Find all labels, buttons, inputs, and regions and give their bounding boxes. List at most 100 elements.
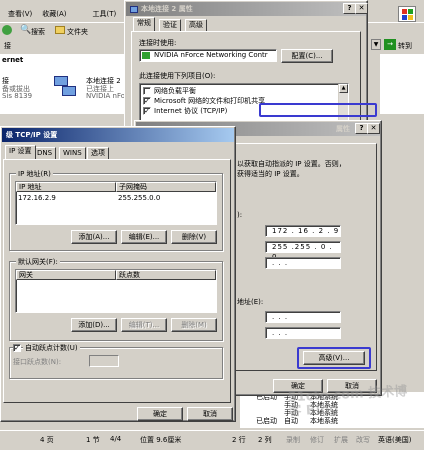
advanced-highlight	[297, 347, 371, 369]
search-button[interactable]: 搜索	[31, 27, 45, 37]
status-pages: 4/4	[110, 435, 122, 443]
configure-button[interactable]: 配置(C)...	[281, 49, 333, 63]
interface-metric-field[interactable]	[89, 355, 119, 367]
status-col: 2 列	[258, 436, 272, 444]
preferred-dns-field[interactable]: . . .	[265, 311, 341, 323]
windows-logo-icon	[398, 6, 416, 22]
ip-cell: 172.16.2.9	[18, 194, 56, 202]
connect-using-label: 连接时使用:	[139, 39, 177, 47]
connection-properties-dialog: 本地连接 2 属性 ? ✕ 常规 验证 高级 连接时使用: NVIDIA nFo…	[124, 0, 377, 130]
status-ovr[interactable]: 改写	[356, 435, 370, 445]
status-position: 位置 9.6厘米	[140, 436, 182, 444]
address-label: 接	[4, 42, 11, 50]
dialog-title: 级 TCP/IP 设置	[6, 131, 58, 139]
list-header: IP 地址 子网掩码	[16, 182, 216, 192]
close-button[interactable]: ✕	[367, 123, 380, 134]
connection-1-device: Sis 8139	[2, 92, 33, 100]
alternate-dns-field[interactable]: . . .	[265, 327, 341, 339]
description-line-1: 以获取自动指派的 IP 设置。否则，	[237, 160, 346, 168]
network-connection-icon[interactable]	[54, 76, 78, 98]
column-header-mask[interactable]: 子网掩码	[116, 182, 216, 192]
status-line: 2 行	[232, 436, 246, 444]
column-header-metric[interactable]: 跃点数	[116, 270, 216, 280]
advanced-tcpip-dialog: 级 TCP/IP 设置 IP 设置 DNS WINS 选项 IP 地址(R) I…	[0, 126, 236, 422]
subnet-mask-field[interactable]: 255 .255 . 0 . 0	[265, 241, 341, 261]
adapter-field: NVIDIA nForce Networking Contr	[139, 49, 277, 62]
ok-button[interactable]: 确定	[273, 379, 323, 393]
ip-delete-button[interactable]: 删除(V)	[171, 230, 217, 244]
ok-button[interactable]: 确定	[137, 407, 183, 421]
status-section: 1 节	[86, 436, 100, 444]
status-page: 4 页	[40, 436, 54, 444]
status-trk[interactable]: 修订	[310, 435, 324, 445]
goto-icon[interactable]: →	[384, 39, 396, 50]
gateway-add-button[interactable]: 添加(D)...	[71, 318, 117, 332]
tab-authentication[interactable]: 验证	[159, 19, 181, 31]
item-label-tcpip[interactable]: Internet 协议 (TCP/IP)	[154, 106, 227, 116]
status-ext[interactable]: 扩展	[334, 435, 348, 445]
ip-group-label: IP 地址(R)	[16, 169, 53, 179]
goto-button[interactable]: 转到	[398, 41, 412, 51]
interface-metric-label: 接口跃点数(N):	[13, 358, 62, 366]
menu-item-favorites[interactable]: 收藏(A)	[42, 8, 66, 20]
ip-add-button[interactable]: 添加(A)...	[71, 230, 117, 244]
item-checkbox-nlb[interactable]	[143, 87, 151, 95]
description-line-2: 获得适当的 IP 设置。	[237, 170, 304, 178]
ip-address-field[interactable]: 172 . 16 . 2 . 9	[265, 225, 341, 237]
tab-options[interactable]: 选项	[87, 147, 109, 159]
services-list: 已启动 手动 本地系统 手动 本地系统 手动 本地系统 已启动 自动 本地系统	[240, 392, 424, 428]
list-header: 网关 跃点数	[16, 270, 216, 280]
tab-dns[interactable]: DNS	[33, 147, 57, 159]
tab-advanced[interactable]: 高级	[185, 19, 207, 31]
explorer-content: ernet 接 备或拔出 Sis 8139 本地连接 2 已连接上 NVIDIA…	[0, 54, 130, 114]
gateway-list: 网关 跃点数	[15, 269, 217, 313]
cancel-button[interactable]: 取消	[187, 407, 233, 421]
close-button[interactable]: ✕	[355, 3, 368, 14]
item-checkbox-tcpip[interactable]: ✓	[143, 107, 151, 115]
gateway-group-label: 默认网关(F):	[16, 257, 60, 267]
column-header-gateway[interactable]: 网关	[16, 270, 116, 280]
status-rec[interactable]: 录制	[286, 435, 300, 445]
service-startup: 自动	[284, 417, 298, 425]
default-gateway-field[interactable]: . . .	[265, 257, 341, 269]
explorer-content-right	[380, 54, 424, 114]
folders-button[interactable]: 文件夹	[67, 27, 88, 37]
service-status: 已启动	[256, 417, 277, 425]
tab-ip-settings[interactable]: IP 设置	[5, 145, 36, 159]
search-icon[interactable]: 🔍	[20, 25, 31, 35]
ip-section-label: ):	[237, 211, 243, 219]
auto-metric-label[interactable]: 自动跃点计数(U)	[23, 343, 80, 353]
gateway-edit-button[interactable]: 编辑(T)...	[121, 318, 167, 332]
service-logon: 本地系统	[310, 417, 338, 425]
dialog-title: 属性	[336, 125, 350, 133]
menu-item-tools[interactable]: 工具(T)	[93, 8, 117, 20]
dialog-titlebar: 本地连接 2 属性	[126, 2, 366, 16]
mask-cell: 255.255.0.0	[118, 194, 161, 202]
adapter-icon	[142, 52, 150, 59]
auto-metric-checkbox[interactable]: ✓	[13, 344, 21, 352]
status-bar: 4 页 1 节 4/4 位置 9.6厘米 2 行 2 列 录制 修订 扩展 改写…	[0, 430, 424, 450]
address-dropdown-arrow[interactable]: ▼	[371, 39, 381, 50]
folder-icon[interactable]	[55, 26, 65, 34]
adapter-name: NVIDIA nForce Networking Contr	[154, 51, 268, 59]
dialog-titlebar: 级 TCP/IP 设置	[2, 128, 234, 142]
item-label-nlb[interactable]: 网络负载平衡	[154, 86, 196, 96]
item-checkbox-file-sharing[interactable]: ✓	[143, 97, 151, 105]
ip-edit-button[interactable]: 编辑(E)...	[121, 230, 167, 244]
gateway-delete-button[interactable]: 删除(M)	[171, 318, 217, 332]
connection-2-device: NVIDIA nFo	[86, 92, 126, 100]
table-row[interactable]: 172.16.2.9 255.255.0.0	[16, 194, 216, 203]
column-header-ip[interactable]: IP 地址	[16, 182, 116, 192]
item-label-file-sharing[interactable]: Microsoft 网络的文件和打印机共享	[154, 96, 265, 106]
network-icon	[130, 5, 138, 13]
dialog-title: 本地连接 2 属性	[141, 5, 193, 13]
tab-general[interactable]: 常规	[133, 17, 155, 31]
cancel-button[interactable]: 取消	[327, 379, 377, 393]
service-row[interactable]: 已启动 自动 本地系统	[240, 416, 424, 425]
status-language: 英语(美国)	[378, 436, 412, 444]
back-button[interactable]	[2, 25, 12, 35]
menu-item-view[interactable]: 查看(V)	[8, 8, 32, 20]
dns-section-label: 地址(E):	[237, 298, 264, 306]
tab-wins[interactable]: WINS	[59, 147, 86, 159]
left-pane-label: ernet	[2, 56, 24, 64]
